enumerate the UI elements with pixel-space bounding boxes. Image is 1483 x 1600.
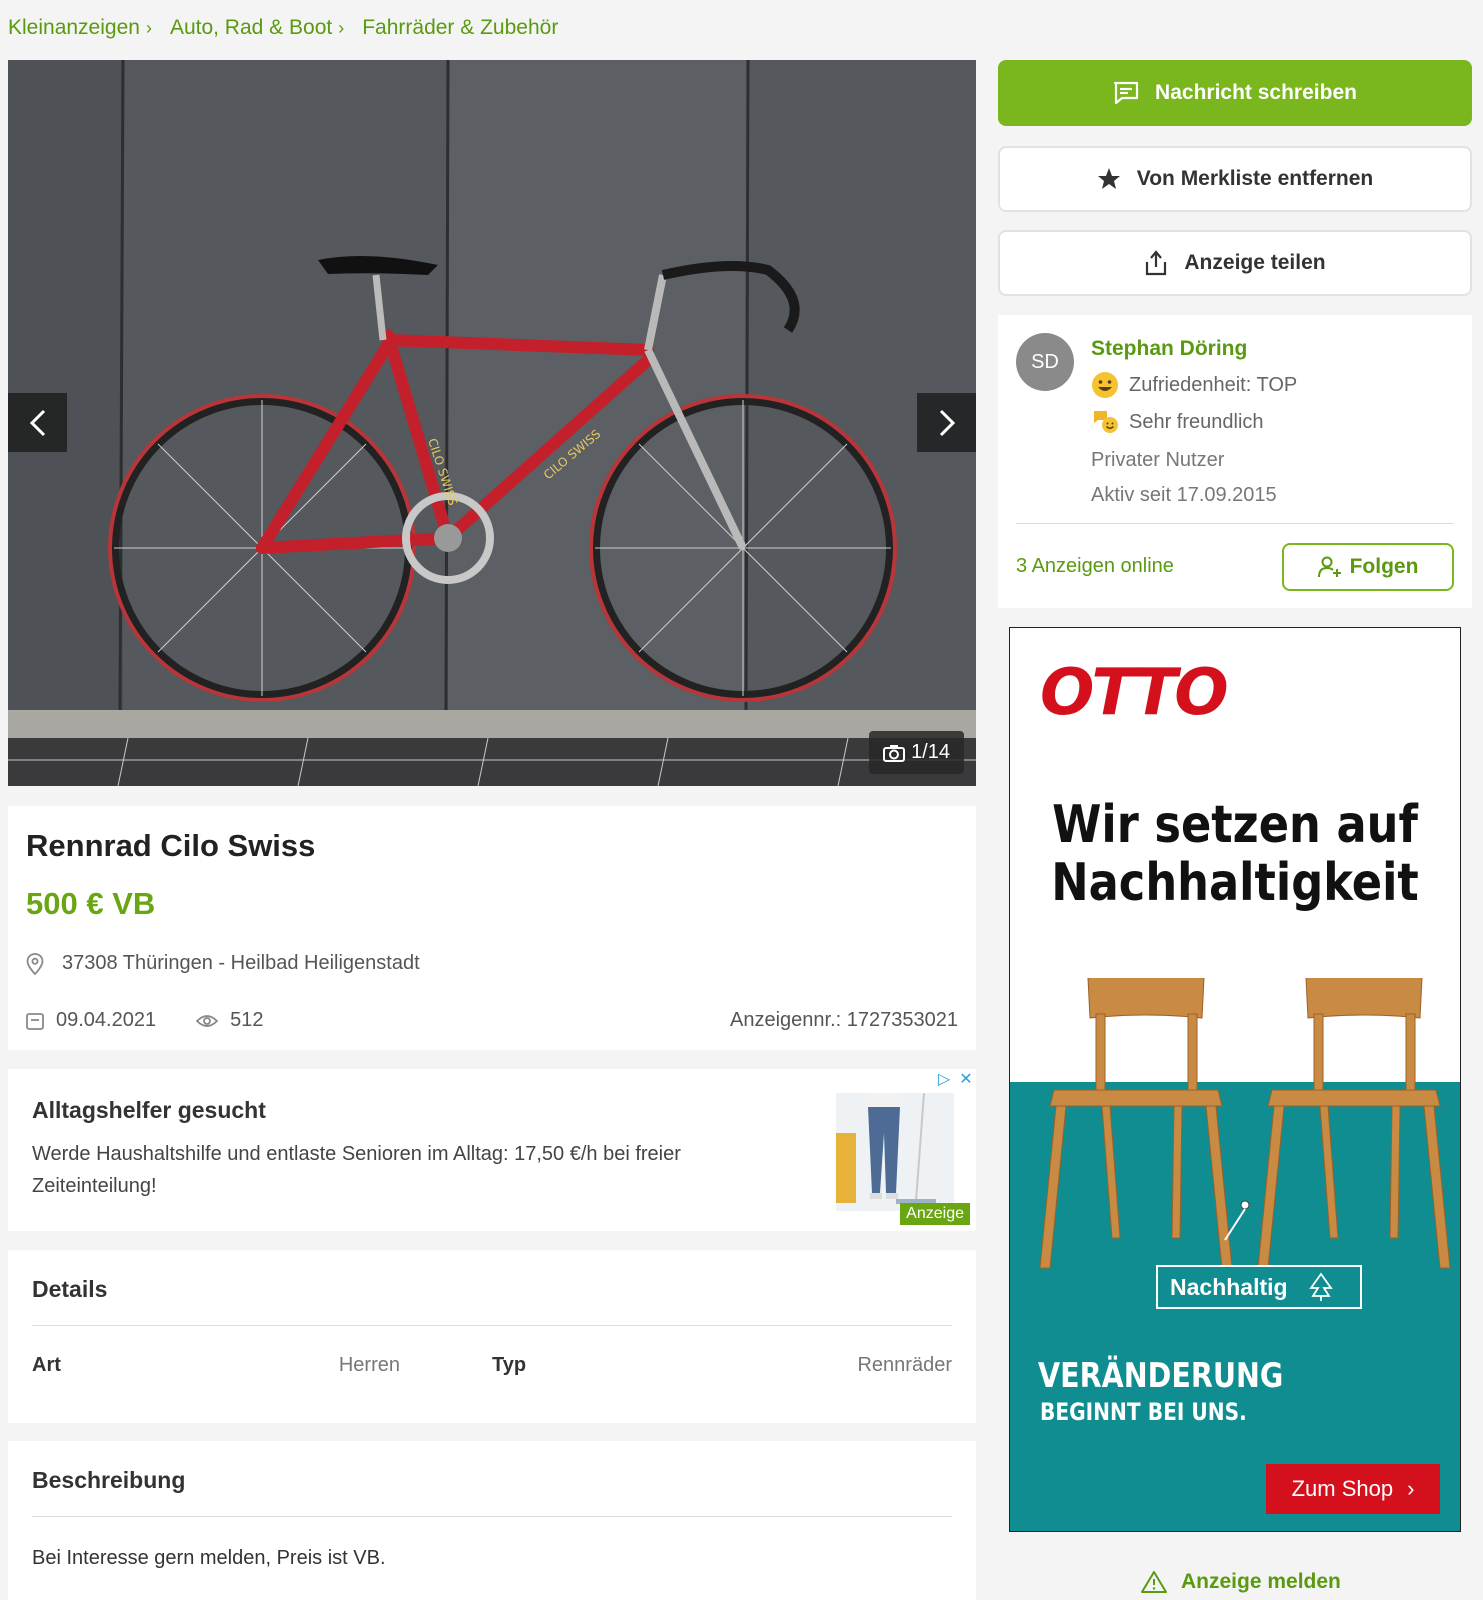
seller-active-since: Aktiv seit 17.09.2015 bbox=[1091, 484, 1277, 506]
breadcrumb-item-fahrraeder[interactable]: Fahrräder & Zubehör bbox=[362, 16, 558, 40]
listing-price: 500 € VB bbox=[26, 886, 156, 921]
details-grid: Art Herren Typ Rennräder bbox=[32, 1354, 952, 1377]
star-icon bbox=[1097, 168, 1120, 189]
seller-satisfaction: Zufriedenheit: TOP bbox=[1091, 371, 1297, 399]
otto-logo: OTTO bbox=[1040, 656, 1229, 730]
bike-photo: CILO SWISS CILO SWISS bbox=[8, 60, 976, 786]
banner-headline: Wir setzen auf Nachhaltigkeit bbox=[1051, 795, 1419, 913]
detail-key: Typ bbox=[492, 1354, 527, 1376]
cleaning-person-image bbox=[836, 1092, 954, 1211]
sponsored-text-ad[interactable]: Alltagshelfer gesucht Werde Haushaltshil… bbox=[8, 1069, 976, 1231]
detail-value: Rennräder bbox=[857, 1354, 952, 1376]
text-ad-body: Werde Haushaltshilfe und entlaste Senior… bbox=[32, 1143, 681, 1197]
listing-location: 37308 Thüringen - Heilbad Heiligenstadt bbox=[26, 952, 958, 975]
detail-value: Herren bbox=[338, 1354, 400, 1376]
gallery-prev-button[interactable] bbox=[8, 393, 67, 452]
image-counter: 1/14 bbox=[869, 731, 964, 774]
text-ad-title[interactable]: Alltagshelfer gesucht bbox=[32, 1097, 952, 1124]
seller-ads-online-link[interactable]: 3 Anzeigen online bbox=[1016, 555, 1174, 578]
camera-icon bbox=[883, 744, 906, 762]
description-heading: Beschreibung bbox=[32, 1467, 186, 1493]
listing-date: 09.04.2021 bbox=[26, 1009, 156, 1032]
breadcrumb: Kleinanzeigen › Auto, Rad & Boot › Fahrräd… bbox=[8, 16, 558, 40]
smiley-icon bbox=[1092, 372, 1118, 398]
chairs-image bbox=[1039, 978, 1451, 1269]
detail-art: Art Herren bbox=[32, 1354, 492, 1377]
share-ad-button[interactable]: Anzeige teilen bbox=[998, 230, 1472, 296]
divider bbox=[32, 1325, 952, 1326]
ad-badge: Anzeige bbox=[900, 1203, 970, 1225]
text-ad-image[interactable] bbox=[836, 1092, 954, 1211]
user-add-icon bbox=[1317, 556, 1341, 578]
sustainability-tag: Nachhaltig bbox=[1156, 1265, 1362, 1309]
share-icon bbox=[1146, 250, 1167, 276]
chat-bubbles-icon bbox=[1093, 411, 1118, 433]
follow-button[interactable]: Folgen bbox=[1282, 543, 1454, 591]
seller-name[interactable]: Stephan Döring bbox=[1091, 337, 1297, 361]
listing-summary: Rennrad Cilo Swiss 500 € VB 37308 Thürin… bbox=[8, 806, 976, 1050]
banner-claim-main: VERÄNDERUNG bbox=[1038, 1356, 1284, 1396]
breadcrumb-item-kleinanzeigen[interactable]: Kleinanzeigen › bbox=[8, 16, 152, 40]
seller-type: Privater Nutzer bbox=[1091, 449, 1225, 471]
breadcrumb-item-auto-rad-boot[interactable]: Auto, Rad & Boot › bbox=[170, 16, 344, 40]
listing-meta: 09.04.2021 512 Anzeigennr.: 1727353021 bbox=[26, 1009, 958, 1032]
calendar-icon bbox=[26, 1012, 44, 1030]
close-icon[interactable]: ✕ bbox=[956, 1069, 976, 1089]
adchoices-icon[interactable]: ▷ bbox=[934, 1069, 954, 1089]
seller-card: SD Stephan Döring Zufriedenheit: TOP Seh… bbox=[998, 315, 1472, 608]
banner-claim-sub: BEGINNT BEI UNS. bbox=[1040, 1398, 1247, 1426]
details-section: Details Art Herren Typ Rennräder bbox=[8, 1250, 976, 1423]
chevron-left-icon bbox=[29, 409, 45, 436]
seller-info: Stephan Döring Zufriedenheit: TOP Sehr f… bbox=[1091, 337, 1297, 507]
listing-title: Rennrad Cilo Swiss bbox=[26, 828, 316, 863]
ad-choices[interactable]: ▷ ✕ bbox=[934, 1069, 976, 1089]
listing-views: 512 bbox=[196, 1009, 263, 1032]
ad-number: Anzeigennr.: 1727353021 bbox=[730, 1009, 958, 1031]
detail-key: Art bbox=[32, 1354, 61, 1376]
divider bbox=[1016, 523, 1454, 524]
chevron-right-icon bbox=[939, 409, 955, 436]
zum-shop-button[interactable]: Zum Shop › bbox=[1266, 1464, 1440, 1514]
warning-icon bbox=[1141, 1571, 1167, 1593]
location-pin-icon bbox=[26, 952, 44, 975]
seller-friendly: Sehr freundlich bbox=[1091, 409, 1297, 435]
detail-typ: Typ Rennräder bbox=[492, 1354, 952, 1377]
description-text: Bei Interesse gern melden, Preis ist VB. bbox=[32, 1547, 386, 1569]
message-icon bbox=[1113, 81, 1139, 105]
divider bbox=[32, 1516, 952, 1517]
avatar[interactable]: SD bbox=[1016, 333, 1074, 391]
chevron-right-icon: › bbox=[1407, 1476, 1415, 1501]
description-section: Beschreibung Bei Interesse gern melden, … bbox=[8, 1441, 976, 1600]
image-gallery[interactable]: CILO SWISS CILO SWISS 1/14 bbox=[8, 60, 976, 786]
details-heading: Details bbox=[32, 1276, 108, 1302]
fsc-tree-icon bbox=[1308, 1272, 1333, 1301]
chevron-right-icon: › bbox=[145, 17, 152, 38]
eye-icon bbox=[196, 1014, 219, 1027]
remove-from-watchlist-button[interactable]: Von Merkliste entfernen bbox=[998, 146, 1472, 212]
report-ad-link[interactable]: Anzeige melden bbox=[1141, 1570, 1341, 1594]
write-message-button[interactable]: Nachricht schreiben bbox=[998, 60, 1472, 126]
otto-banner-ad[interactable]: OTTO Wir setzen auf Nachhaltigkeit Nachh… bbox=[1009, 627, 1461, 1532]
chevron-right-icon: › bbox=[338, 17, 345, 38]
gallery-next-button[interactable] bbox=[917, 393, 976, 452]
